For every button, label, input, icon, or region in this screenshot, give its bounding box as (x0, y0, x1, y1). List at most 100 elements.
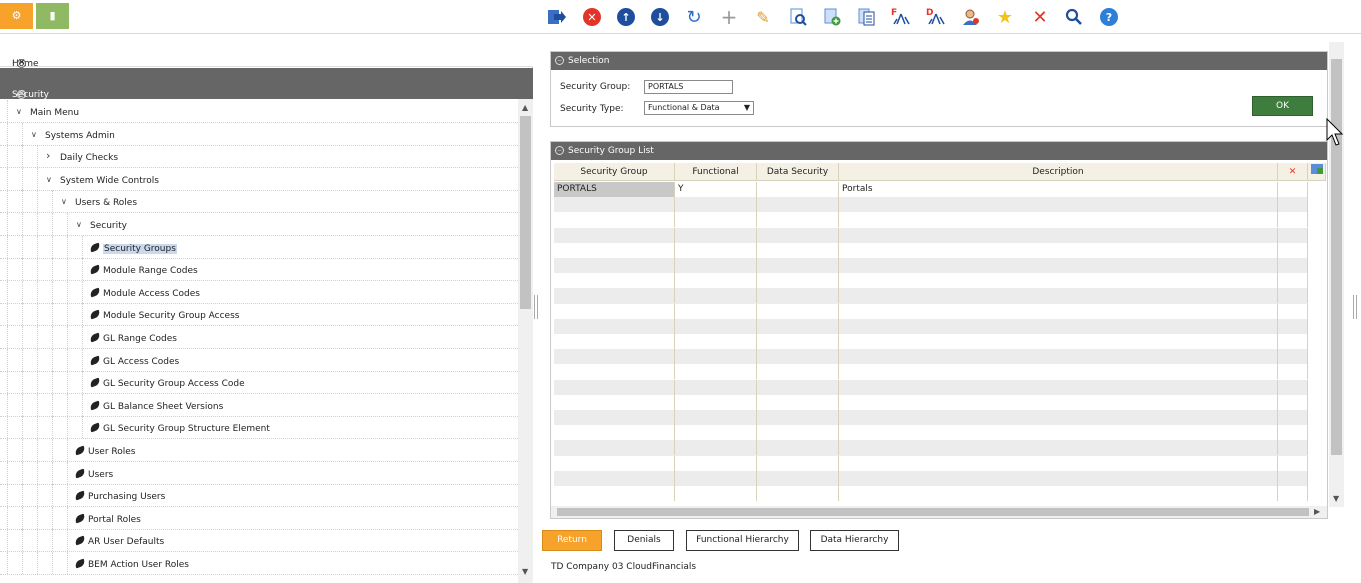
column-chooser-icon[interactable] (1308, 163, 1326, 181)
tree-item[interactable]: › Daily Checks (0, 145, 518, 169)
table-cell[interactable] (554, 410, 675, 425)
tree-item[interactable]: Module Security Group Access (0, 303, 518, 327)
table-cell[interactable] (757, 227, 839, 243)
refresh-icon[interactable]: ↻ (679, 3, 709, 31)
table-cell[interactable] (1278, 303, 1308, 319)
table-cell[interactable] (675, 318, 757, 334)
table-cell[interactable] (757, 410, 839, 425)
table-cell[interactable] (675, 486, 757, 501)
close-tab-icon[interactable]: ✕ (17, 59, 26, 68)
table-cell[interactable] (839, 242, 1278, 258)
table-cell[interactable] (675, 349, 757, 365)
table-cell[interactable] (1278, 182, 1308, 197)
table-cell[interactable] (757, 242, 839, 258)
tree-item[interactable]: User Roles (0, 439, 518, 462)
tree-item[interactable]: GL Security Group Structure Element (0, 416, 518, 440)
column-header[interactable]: Description (839, 163, 1278, 181)
table-cell[interactable] (1278, 470, 1308, 486)
table-cell[interactable] (757, 212, 839, 228)
table-cell[interactable] (675, 288, 757, 304)
table-cell[interactable] (757, 273, 839, 289)
tree-item[interactable]: ∨ Main Menu (0, 100, 518, 123)
security-type-select[interactable]: Functional & Data ▼ (644, 101, 754, 115)
table-cell[interactable] (1278, 334, 1308, 349)
table-cell[interactable]: PORTALS (554, 182, 675, 197)
help-icon[interactable]: ? (1094, 3, 1124, 31)
ok-button[interactable]: OK (1252, 96, 1313, 116)
table-cell[interactable] (757, 425, 839, 441)
search-document-icon[interactable] (783, 3, 813, 31)
table-cell[interactable] (1278, 379, 1308, 395)
table-cell[interactable] (757, 318, 839, 334)
table-cell[interactable] (839, 425, 1278, 441)
denials-button[interactable]: Denials (614, 530, 674, 551)
table-cell[interactable] (554, 455, 675, 471)
table-cell[interactable] (1278, 455, 1308, 471)
cancel-icon[interactable]: ✕ (577, 3, 607, 31)
table-cell[interactable] (675, 394, 757, 410)
table-cell[interactable] (1278, 197, 1308, 213)
chevron-down-icon[interactable]: ∨ (16, 107, 22, 116)
table-cell[interactable] (554, 212, 675, 228)
up-icon[interactable]: ↑ (611, 3, 641, 31)
column-header[interactable]: Functional Security (675, 163, 757, 195)
table-cell[interactable] (554, 318, 675, 334)
table-cell[interactable] (554, 470, 675, 486)
table-cell[interactable] (1278, 440, 1308, 456)
collapse-icon[interactable]: − (555, 146, 564, 155)
user-icon[interactable] (956, 3, 986, 31)
tree-item[interactable]: GL Range Codes (0, 326, 518, 349)
table-cell[interactable] (554, 334, 675, 349)
tree-item[interactable]: Module Access Codes (0, 280, 518, 304)
table-cell[interactable] (675, 425, 757, 441)
tree-item[interactable]: ∨ Security (0, 213, 518, 236)
tree-scrollbar[interactable]: ▲ ▼ (518, 99, 533, 583)
table-cell[interactable] (675, 227, 757, 243)
table-cell[interactable] (1278, 258, 1308, 273)
table-cell[interactable] (839, 440, 1278, 456)
data-hierarchy-button[interactable]: Data Hierarchy (810, 530, 899, 551)
signal-icon[interactable]: ▮ (36, 3, 69, 29)
table-cell[interactable] (554, 379, 675, 395)
tab-security-group-list[interactable]: Security Group List - 2 ✕ (0, 68, 533, 120)
table-cell[interactable] (757, 486, 839, 501)
table-cell[interactable] (839, 273, 1278, 289)
chevron-down-icon[interactable]: ∨ (76, 220, 82, 229)
table-cell[interactable] (757, 258, 839, 273)
table-cell[interactable] (1278, 486, 1308, 501)
tree-item[interactable]: GL Access Codes (0, 348, 518, 372)
table-cell[interactable]: Y (675, 182, 757, 197)
table-cell[interactable] (554, 197, 675, 213)
tree-item[interactable]: AR User Defaults (0, 529, 518, 553)
table-cell[interactable] (1278, 227, 1308, 243)
table-cell[interactable] (554, 486, 675, 501)
table-cell[interactable] (675, 197, 757, 213)
table-cell[interactable] (839, 486, 1278, 501)
table-cell[interactable] (839, 197, 1278, 213)
data-hierarchy-icon[interactable]: D (921, 3, 951, 31)
functional-hierarchy-button[interactable]: Functional Hierarchy (686, 530, 799, 551)
close-tab-icon[interactable]: ✕ (17, 90, 26, 99)
return-button[interactable]: Return (542, 530, 602, 551)
tree-item[interactable]: Portal Roles (0, 506, 518, 530)
grid-hscroll-thumb[interactable] (557, 508, 1309, 516)
table-cell[interactable] (757, 379, 839, 395)
search-icon[interactable] (1059, 3, 1089, 31)
table-cell[interactable] (1278, 273, 1308, 289)
table-cell[interactable] (839, 318, 1278, 334)
table-cell[interactable] (839, 303, 1278, 319)
list-header[interactable]: − Security Group List (551, 142, 1327, 160)
table-cell[interactable] (554, 425, 675, 441)
table-cell[interactable] (675, 379, 757, 395)
tree-item[interactable]: GL Balance Sheet Versions (0, 393, 518, 417)
table-cell[interactable] (554, 440, 675, 456)
collapse-icon[interactable]: − (555, 56, 564, 65)
table-cell[interactable] (757, 440, 839, 456)
table-cell[interactable]: Portals (839, 182, 1278, 197)
table-cell[interactable] (554, 227, 675, 243)
table-cell[interactable] (1278, 288, 1308, 304)
pane-splitter[interactable] (534, 295, 538, 319)
table-cell[interactable] (554, 288, 675, 304)
down-icon[interactable]: ↓ (645, 3, 675, 31)
gear-icon[interactable]: ⚙ (0, 3, 33, 29)
